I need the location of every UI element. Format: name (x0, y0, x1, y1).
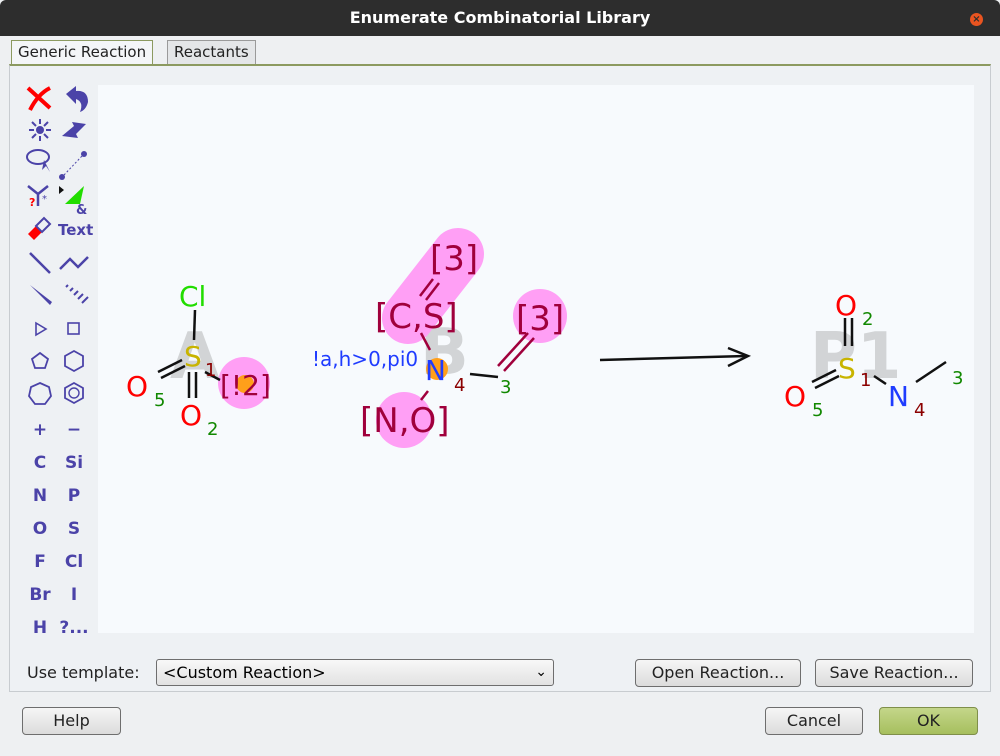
template-value: <Custom Reaction> (163, 663, 326, 682)
atom-c-button[interactable]: C (24, 448, 56, 478)
reaction-mapping-icon[interactable]: & (59, 186, 87, 218)
svg-text:4: 4 (454, 375, 465, 396)
svg-text:O: O (126, 370, 148, 403)
svg-text:[3]: [3] (516, 299, 564, 339)
save-reaction-button[interactable]: Save Reaction... (815, 659, 973, 687)
triangle-icon[interactable] (35, 321, 48, 337)
chevron-down-icon: ⌄ (535, 664, 547, 680)
svg-text:[!2]: [!2] (220, 369, 271, 402)
heptagon-icon[interactable] (28, 382, 52, 405)
window-title: Enumerate Combinatorial Library (349, 8, 651, 27)
svg-text:Cl: Cl (179, 280, 206, 313)
reactant-b: B [3] [C,S] !a,h>0,pi0 N 4 [N,O] 3 [3] (312, 228, 567, 448)
svg-text:[N,O]: [N,O] (360, 401, 450, 441)
toolbar: ? * & Text + − C Si N P O S F Cl Br I H ?… (20, 82, 98, 638)
svg-text:5: 5 (812, 400, 823, 421)
svg-text:4: 4 (914, 400, 925, 421)
svg-text:1: 1 (860, 370, 871, 391)
charge-plus-button[interactable]: + (24, 415, 56, 445)
svg-text:3: 3 (500, 377, 511, 398)
atom-n-button[interactable]: N (24, 481, 56, 511)
svg-text:O: O (784, 380, 806, 413)
benzene-icon[interactable] (64, 381, 84, 405)
atom-p-button[interactable]: P (58, 481, 90, 511)
ok-button[interactable]: OK (879, 707, 978, 735)
svg-text:[C,S]: [C,S] (375, 297, 458, 337)
svg-text:[3]: [3] (430, 239, 478, 279)
product-p1: P1 O 2 S 1 O 5 N 4 3 (784, 289, 963, 421)
r-group-query-icon[interactable]: ? * (27, 185, 49, 209)
lasso-select-icon[interactable] (26, 149, 50, 172)
svg-text:O: O (835, 289, 857, 322)
atom-f-button[interactable]: F (24, 547, 56, 577)
wedge-bond-icon[interactable] (30, 285, 52, 305)
help-button[interactable]: Help (22, 707, 121, 735)
open-reaction-button[interactable]: Open Reaction... (635, 659, 801, 687)
svg-text:1: 1 (205, 360, 216, 381)
atom-h-button[interactable]: H (24, 613, 56, 643)
reaction-canvas[interactable]: A Cl S 1 O 5 O 2 [!2] B [3] [C,S] !a,h>0… (98, 85, 974, 633)
clean-icon[interactable] (29, 119, 51, 141)
title-bar: Enumerate Combinatorial Library × (0, 0, 1000, 36)
svg-text:N: N (425, 354, 446, 387)
text-tool[interactable]: Text (58, 215, 93, 245)
hash-bond-icon[interactable] (65, 284, 89, 304)
eraser-icon[interactable] (28, 216, 52, 240)
svg-text:S: S (838, 352, 856, 385)
svg-text:2: 2 (862, 309, 873, 330)
atom-cl-button[interactable]: Cl (58, 547, 90, 577)
pentagon-icon[interactable] (30, 351, 50, 369)
template-select[interactable]: <Custom Reaction> ⌄ (156, 659, 554, 686)
template-label: Use template: (27, 663, 140, 682)
atom-si-button[interactable]: Si (58, 448, 90, 478)
chain-icon[interactable] (59, 256, 89, 270)
svg-text:2: 2 (207, 419, 218, 440)
close-icon[interactable]: × (970, 13, 983, 26)
svg-text:3: 3 (952, 368, 963, 389)
hexagon-icon[interactable] (64, 349, 84, 373)
svg-text:O: O (180, 399, 202, 432)
svg-text:S: S (184, 340, 202, 373)
flip-icon[interactable] (62, 122, 86, 138)
tab-generic-reaction[interactable]: Generic Reaction (11, 40, 154, 64)
tab-reactants[interactable]: Reactants (167, 40, 256, 64)
svg-text:*: * (42, 194, 47, 205)
distance-icon[interactable] (59, 151, 87, 180)
square-icon[interactable] (67, 322, 80, 335)
svg-text:?: ? (29, 196, 35, 209)
single-bond-icon[interactable] (29, 252, 51, 274)
charge-minus-button[interactable]: − (58, 415, 90, 445)
delete-icon[interactable] (26, 86, 52, 111)
atom-o-button[interactable]: O (24, 514, 56, 544)
atom-s-button[interactable]: S (58, 514, 90, 544)
atom-other-button[interactable]: ?... (58, 613, 90, 643)
undo-icon[interactable] (66, 86, 88, 112)
svg-text:!a,h>0,pi0: !a,h>0,pi0 (312, 347, 418, 371)
reaction-arrow (599, 346, 752, 368)
reactant-a: A Cl S 1 O 5 O 2 [!2] (126, 280, 271, 440)
svg-text:N: N (888, 380, 909, 413)
svg-text:5: 5 (154, 390, 165, 411)
atom-br-button[interactable]: Br (24, 580, 56, 610)
atom-i-button[interactable]: I (58, 580, 90, 610)
cancel-button[interactable]: Cancel (765, 707, 863, 735)
